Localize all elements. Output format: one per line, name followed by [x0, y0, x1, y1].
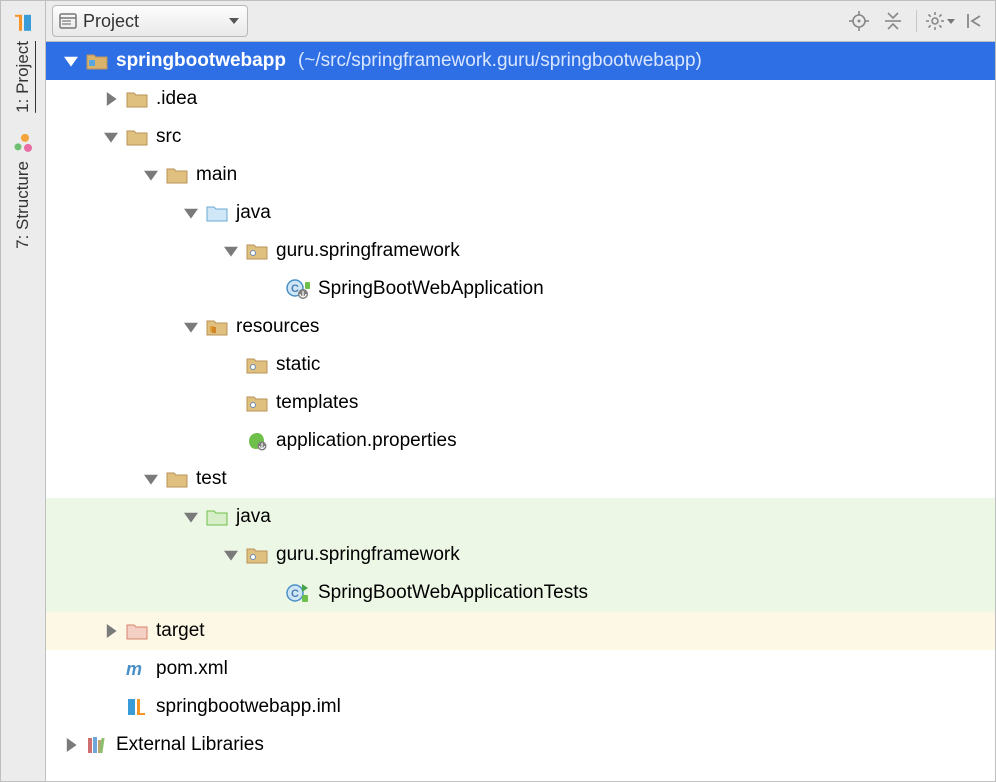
node-label: SpringBootWebApplicationTests	[318, 582, 588, 604]
node-label: test	[196, 468, 227, 490]
chevron-down-icon	[229, 18, 239, 24]
chevron-down-icon	[947, 19, 955, 24]
tree-node-templates[interactable]: templates	[46, 384, 995, 422]
svg-text:C: C	[291, 283, 299, 295]
tree-node-resources[interactable]: resources	[46, 308, 995, 346]
runnable-test-class-icon: C	[286, 582, 310, 604]
libraries-icon	[86, 735, 108, 755]
tool-window-bar: 1: Project 7: Structure	[1, 1, 46, 781]
tree-node-root[interactable]: springbootwebapp (~/src/springframework.…	[46, 42, 995, 80]
disclosure-open-icon[interactable]	[144, 472, 158, 486]
node-label: pom.xml	[156, 658, 228, 680]
node-label: springbootwebapp.iml	[156, 696, 341, 718]
tree-node-main-java[interactable]: java	[46, 194, 995, 232]
tree-node-target[interactable]: target	[46, 612, 995, 650]
node-label: java	[236, 506, 271, 528]
tree-node-pom[interactable]: m pom.xml	[46, 650, 995, 688]
toolbar-divider	[916, 10, 917, 32]
spring-config-icon	[246, 431, 268, 451]
tree-node-test[interactable]: test	[46, 460, 995, 498]
tree-node-pkg-test[interactable]: guru.springframework	[46, 536, 995, 574]
disclosure-open-icon[interactable]	[184, 206, 198, 220]
project-toolbar: Project	[46, 1, 995, 42]
node-label: src	[156, 126, 181, 148]
node-label: main	[196, 164, 237, 186]
tree-node-static[interactable]: static	[46, 346, 995, 384]
package-icon	[246, 546, 268, 564]
settings-button[interactable]	[925, 6, 955, 36]
source-folder-icon	[206, 204, 228, 222]
maven-icon: m	[126, 659, 148, 679]
folder-icon	[126, 90, 148, 108]
disclosure-open-icon[interactable]	[224, 244, 238, 258]
project-view-icon	[59, 12, 77, 30]
package-icon	[246, 394, 268, 412]
tree-node-test-java[interactable]: java	[46, 498, 995, 536]
resources-folder-icon	[206, 318, 228, 336]
disclosure-closed-icon[interactable]	[104, 624, 118, 638]
node-path: (~/src/springframework.guru/springbootwe…	[298, 50, 702, 72]
view-selector[interactable]: Project	[52, 5, 248, 37]
tree-node-idea[interactable]: .idea	[46, 80, 995, 118]
tree-node-src[interactable]: src	[46, 118, 995, 156]
node-label: .idea	[156, 88, 197, 110]
excluded-folder-icon	[126, 622, 148, 640]
disclosure-open-icon[interactable]	[144, 168, 158, 182]
node-label: springbootwebapp	[116, 50, 286, 72]
spring-boot-app-icon: C	[286, 278, 310, 300]
node-label: guru.springframework	[276, 240, 460, 262]
tree-node-test-class[interactable]: C SpringBootWebApplicationTests	[46, 574, 995, 612]
gear-icon	[925, 11, 945, 31]
intellij-module-icon	[126, 697, 148, 717]
node-label: resources	[236, 316, 319, 338]
toolwindow-tab-label: 1: Project	[13, 41, 33, 113]
folder-icon	[166, 470, 188, 488]
disclosure-open-icon[interactable]	[184, 510, 198, 524]
toolwindow-tab-project[interactable]: 1: Project	[9, 7, 37, 119]
toolwindow-tab-label: 7: Structure	[13, 161, 33, 249]
disclosure-open-icon[interactable]	[104, 130, 118, 144]
tree-node-app-props[interactable]: application.properties	[46, 422, 995, 460]
node-label: guru.springframework	[276, 544, 460, 566]
tree-node-pkg-main[interactable]: guru.springframework	[46, 232, 995, 270]
package-icon	[246, 356, 268, 374]
folder-icon	[126, 128, 148, 146]
package-icon	[246, 242, 268, 260]
project-tool-window: Project springbootwebapp (~/src/springfr…	[46, 1, 995, 781]
project-tree[interactable]: springbootwebapp (~/src/springframework.…	[46, 42, 995, 781]
scroll-to-source-button[interactable]	[844, 6, 874, 36]
tree-node-iml[interactable]: springbootwebapp.iml	[46, 688, 995, 726]
intellij-project-icon	[13, 13, 33, 33]
node-label: templates	[276, 392, 358, 414]
structure-icon	[13, 133, 33, 153]
node-label: application.properties	[276, 430, 457, 452]
tree-node-main-class[interactable]: C SpringBootWebApplication	[46, 270, 995, 308]
collapse-icon	[883, 11, 903, 31]
svg-text:m: m	[126, 659, 142, 679]
target-icon	[849, 11, 869, 31]
node-label: java	[236, 202, 271, 224]
svg-text:C: C	[291, 588, 299, 600]
test-source-folder-icon	[206, 508, 228, 526]
tree-node-external-libs[interactable]: External Libraries	[46, 726, 995, 764]
hide-button[interactable]	[959, 6, 989, 36]
collapse-all-button[interactable]	[878, 6, 908, 36]
disclosure-closed-icon[interactable]	[64, 738, 78, 752]
disclosure-open-icon[interactable]	[184, 320, 198, 334]
toolwindow-tab-structure[interactable]: 7: Structure	[9, 127, 37, 255]
view-selector-label: Project	[83, 11, 139, 32]
tree-node-main[interactable]: main	[46, 156, 995, 194]
hide-icon	[965, 12, 983, 30]
node-label: static	[276, 354, 320, 376]
node-label: External Libraries	[116, 734, 264, 756]
disclosure-open-icon[interactable]	[224, 548, 238, 562]
disclosure-open-icon[interactable]	[64, 54, 78, 68]
module-folder-icon	[86, 52, 108, 70]
disclosure-closed-icon[interactable]	[104, 92, 118, 106]
folder-icon	[166, 166, 188, 184]
node-label: target	[156, 620, 205, 642]
node-label: SpringBootWebApplication	[318, 278, 544, 300]
